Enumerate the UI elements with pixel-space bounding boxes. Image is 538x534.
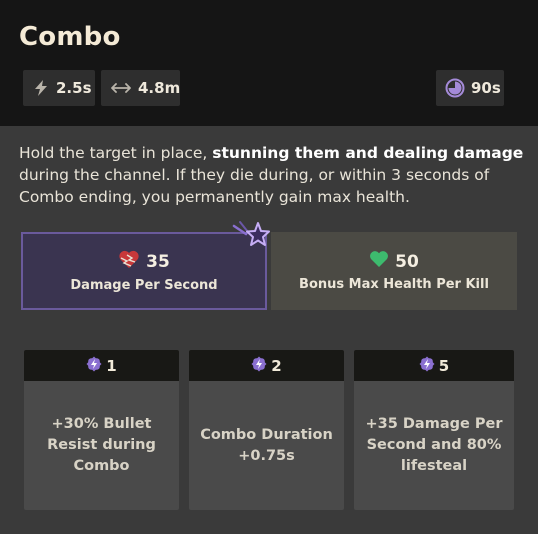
cast-time-value: 2.5s	[56, 79, 92, 97]
range-arrows-icon	[110, 81, 132, 95]
lightning-icon	[32, 79, 50, 97]
damage-per-second-property: 35 Damage Per Second	[21, 232, 267, 310]
upgrade-tier-3-header: 5	[354, 350, 514, 381]
bonus-max-health-property: 50 Bonus Max Health Per Kill	[271, 232, 517, 310]
upgrade-tier-1[interactable]: 1 +30% Bullet Resist during Combo	[24, 350, 179, 510]
upgrade-tier-1-text: +30% Bullet Resist during Combo	[47, 416, 156, 474]
ability-point-icon	[419, 356, 435, 376]
upgrade-tier-1-header: 1	[24, 350, 179, 381]
cooldown-stat: 90s	[436, 70, 504, 106]
upgrade-tier-3-text: +35 Damage Per Second and 80% lifesteal	[365, 416, 503, 474]
upgrade-tier-2[interactable]: 2 Combo Duration +0.75s	[189, 350, 344, 510]
upgrade-tier-2-cost: 2	[271, 356, 282, 375]
range-value: 4.8m	[138, 79, 181, 97]
upgrade-tier-3[interactable]: 5 +35 Damage Per Second and 80% lifestea…	[354, 350, 514, 510]
cooldown-value: 90s	[471, 79, 501, 97]
ability-point-icon	[251, 356, 267, 376]
cast-time-stat: 2.5s	[23, 70, 95, 106]
damage-per-second-value: 35	[146, 251, 170, 272]
ability-point-icon	[86, 356, 102, 376]
ability-header: Combo 2.5s 4.8m 90s	[0, 0, 538, 126]
damage-per-second-label: Damage Per Second	[70, 278, 218, 293]
ability-title: Combo	[19, 22, 121, 52]
broken-heart-icon	[118, 249, 140, 274]
upgrade-tier-1-cost: 1	[106, 356, 117, 375]
bonus-max-health-value: 50	[395, 251, 419, 272]
heart-icon	[369, 250, 389, 273]
cooldown-clock-icon	[445, 78, 465, 98]
upgrade-tier-2-text: Combo Duration +0.75s	[200, 426, 333, 464]
upgrade-tier-3-cost: 5	[438, 356, 450, 375]
upgrade-tier-2-header: 2	[189, 350, 344, 381]
ability-description: Hold the target in place, stunning them …	[19, 144, 524, 206]
description-highlight: stunning them and dealing damage	[212, 144, 524, 162]
upgrade-star-icon	[232, 220, 272, 252]
range-stat: 4.8m	[101, 70, 180, 106]
bonus-max-health-label: Bonus Max Health Per Kill	[299, 277, 489, 292]
